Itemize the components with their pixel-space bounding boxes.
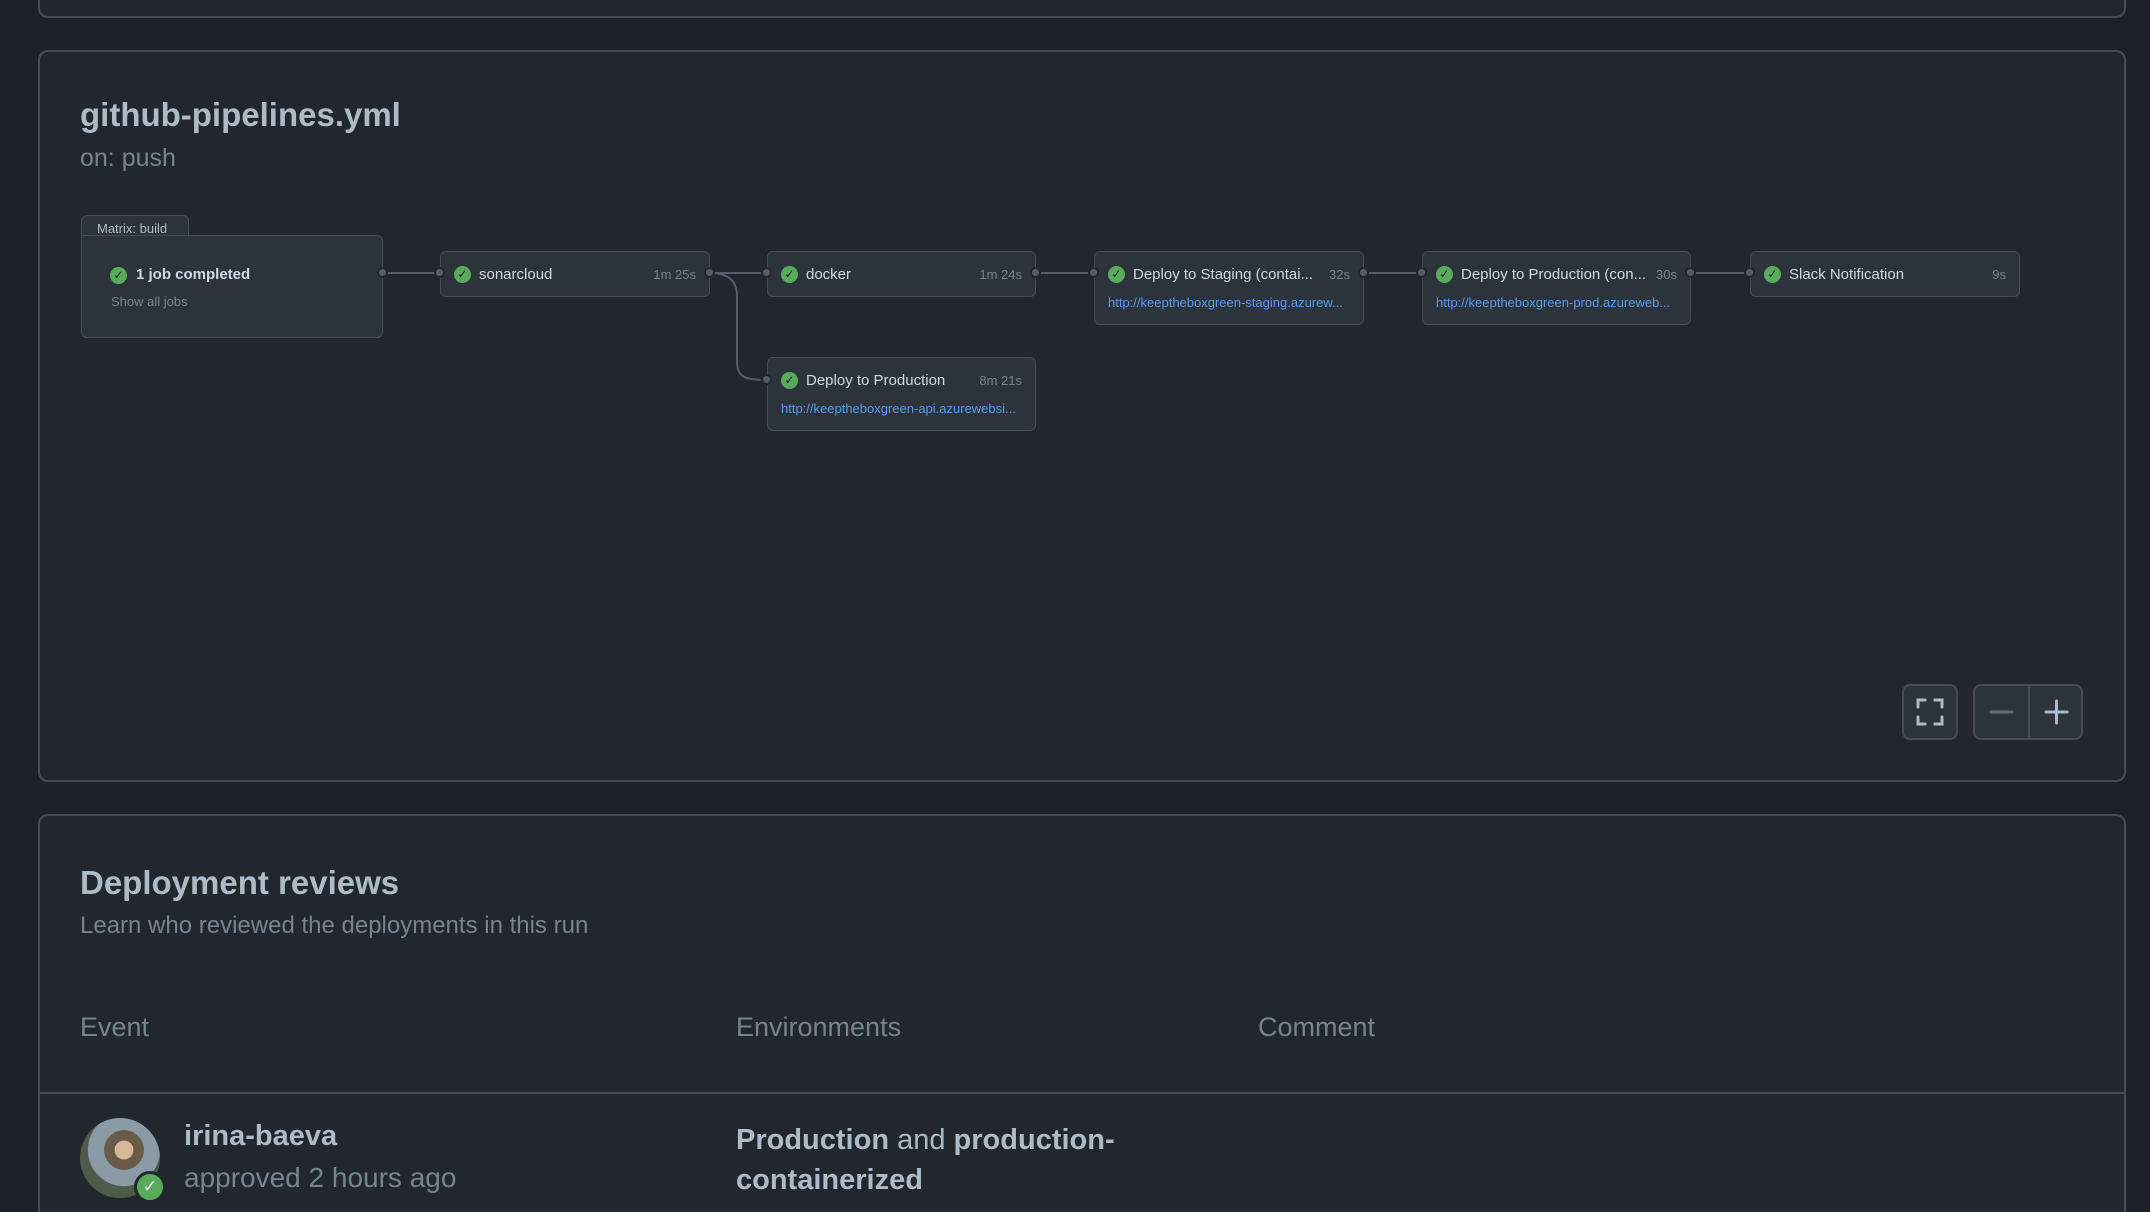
column-header-event: Event <box>80 1012 150 1042</box>
matrix-status: 1 job completed <box>136 266 251 283</box>
fullscreen-button[interactable] <box>1902 684 1958 740</box>
job-name: Slack Notification <box>1789 266 1905 283</box>
success-check-icon: ✓ <box>454 266 471 283</box>
prod-container-output-port <box>1685 267 1696 278</box>
job-name: docker <box>806 266 852 283</box>
success-check-icon: ✓ <box>1764 266 1781 283</box>
plus-icon <box>2044 699 2069 725</box>
environment-url-link[interactable]: http://keeptheboxgreen-prod.azureweb... <box>1436 295 1670 310</box>
section-title: Deployment reviews <box>80 864 400 901</box>
job-duration: 9s <box>1992 267 2006 282</box>
prod-container-input-port <box>1416 267 1427 278</box>
matrix-output-port <box>377 267 388 278</box>
job-name: Deploy to Staging (contai... <box>1133 266 1314 283</box>
column-header-environments: Environments <box>736 1012 902 1042</box>
job-sonarcloud[interactable]: ✓ sonarcloud 1m 25s <box>440 251 710 297</box>
deploy-production-input-port <box>761 374 772 385</box>
sonarcloud-input-port <box>434 267 445 278</box>
environment-url-link[interactable]: http://keeptheboxgreen-staging.azurew... <box>1108 295 1343 310</box>
zoom-in-button[interactable] <box>2030 686 2083 738</box>
job-duration: 32s <box>1329 267 1350 282</box>
job-name: sonarcloud <box>479 266 553 283</box>
workflow-graph[interactable]: Matrix: build ✓ 1 job completed Show all… <box>40 52 2128 784</box>
environment-joiner: and <box>889 1124 954 1156</box>
deployment-reviews-card: Deployment reviews Learn who reviewed th… <box>38 814 2126 1212</box>
staging-output-port <box>1358 267 1369 278</box>
job-duration: 1m 25s <box>653 267 696 282</box>
job-duration: 30s <box>1656 267 1677 282</box>
job-deploy-prod-container[interactable]: ✓ Deploy to Production (con... 30s http:… <box>1422 251 1691 325</box>
sonarcloud-output-port <box>704 267 715 278</box>
section-subtitle: Learn who reviewed the deployments in th… <box>80 912 589 939</box>
docker-input-port <box>761 267 772 278</box>
job-slack-notification[interactable]: ✓ Slack Notification 9s <box>1750 251 2020 297</box>
minus-icon <box>1989 710 2014 714</box>
job-deploy-production[interactable]: ✓ Deploy to Production 8m 21s http://kee… <box>767 357 1036 431</box>
workflow-graph-card: github-pipelines.yml on: push Matrix: bu… <box>38 50 2126 782</box>
job-deploy-staging[interactable]: ✓ Deploy to Staging (contai... 32s http:… <box>1094 251 1364 325</box>
connector-sonarcloud-deploy-prod <box>709 272 768 381</box>
job-duration: 1m 24s <box>979 267 1022 282</box>
job-docker[interactable]: ✓ docker 1m 24s <box>767 251 1036 297</box>
zoom-out-button[interactable] <box>1975 686 2028 738</box>
success-check-icon: ✓ <box>781 372 798 389</box>
previous-section-card <box>38 0 2126 18</box>
environment-url-link[interactable]: http://keeptheboxgreen-api.azurewebsi... <box>781 401 1016 416</box>
environments-cell: Production and production-containerized <box>736 1120 1156 1200</box>
review-action: approved 2 hours ago <box>184 1162 457 1193</box>
docker-output-port <box>1030 267 1041 278</box>
staging-input-port <box>1088 267 1099 278</box>
reviewer-username[interactable]: irina-baeva <box>184 1120 337 1153</box>
success-check-icon: ✓ <box>781 266 798 283</box>
success-check-icon: ✓ <box>1108 266 1125 283</box>
slack-input-port <box>1744 267 1755 278</box>
job-connectors <box>384 272 1750 381</box>
zoom-controls <box>1973 684 2083 740</box>
job-name: Deploy to Production (con... <box>1461 266 1647 283</box>
show-all-jobs-link[interactable]: Show all jobs <box>111 294 188 309</box>
matrix-build-job[interactable]: ✓ 1 job completed Show all jobs <box>81 235 383 338</box>
success-check-icon: ✓ <box>110 267 127 284</box>
job-name: Deploy to Production <box>806 372 946 389</box>
job-duration: 8m 21s <box>979 373 1022 388</box>
environment-name: Production <box>736 1124 890 1156</box>
fullscreen-icon <box>1916 698 1944 726</box>
approved-check-icon: ✓ <box>134 1171 166 1203</box>
success-check-icon: ✓ <box>1436 266 1453 283</box>
column-header-comment: Comment <box>1258 1012 1376 1042</box>
table-divider <box>40 1092 2124 1094</box>
